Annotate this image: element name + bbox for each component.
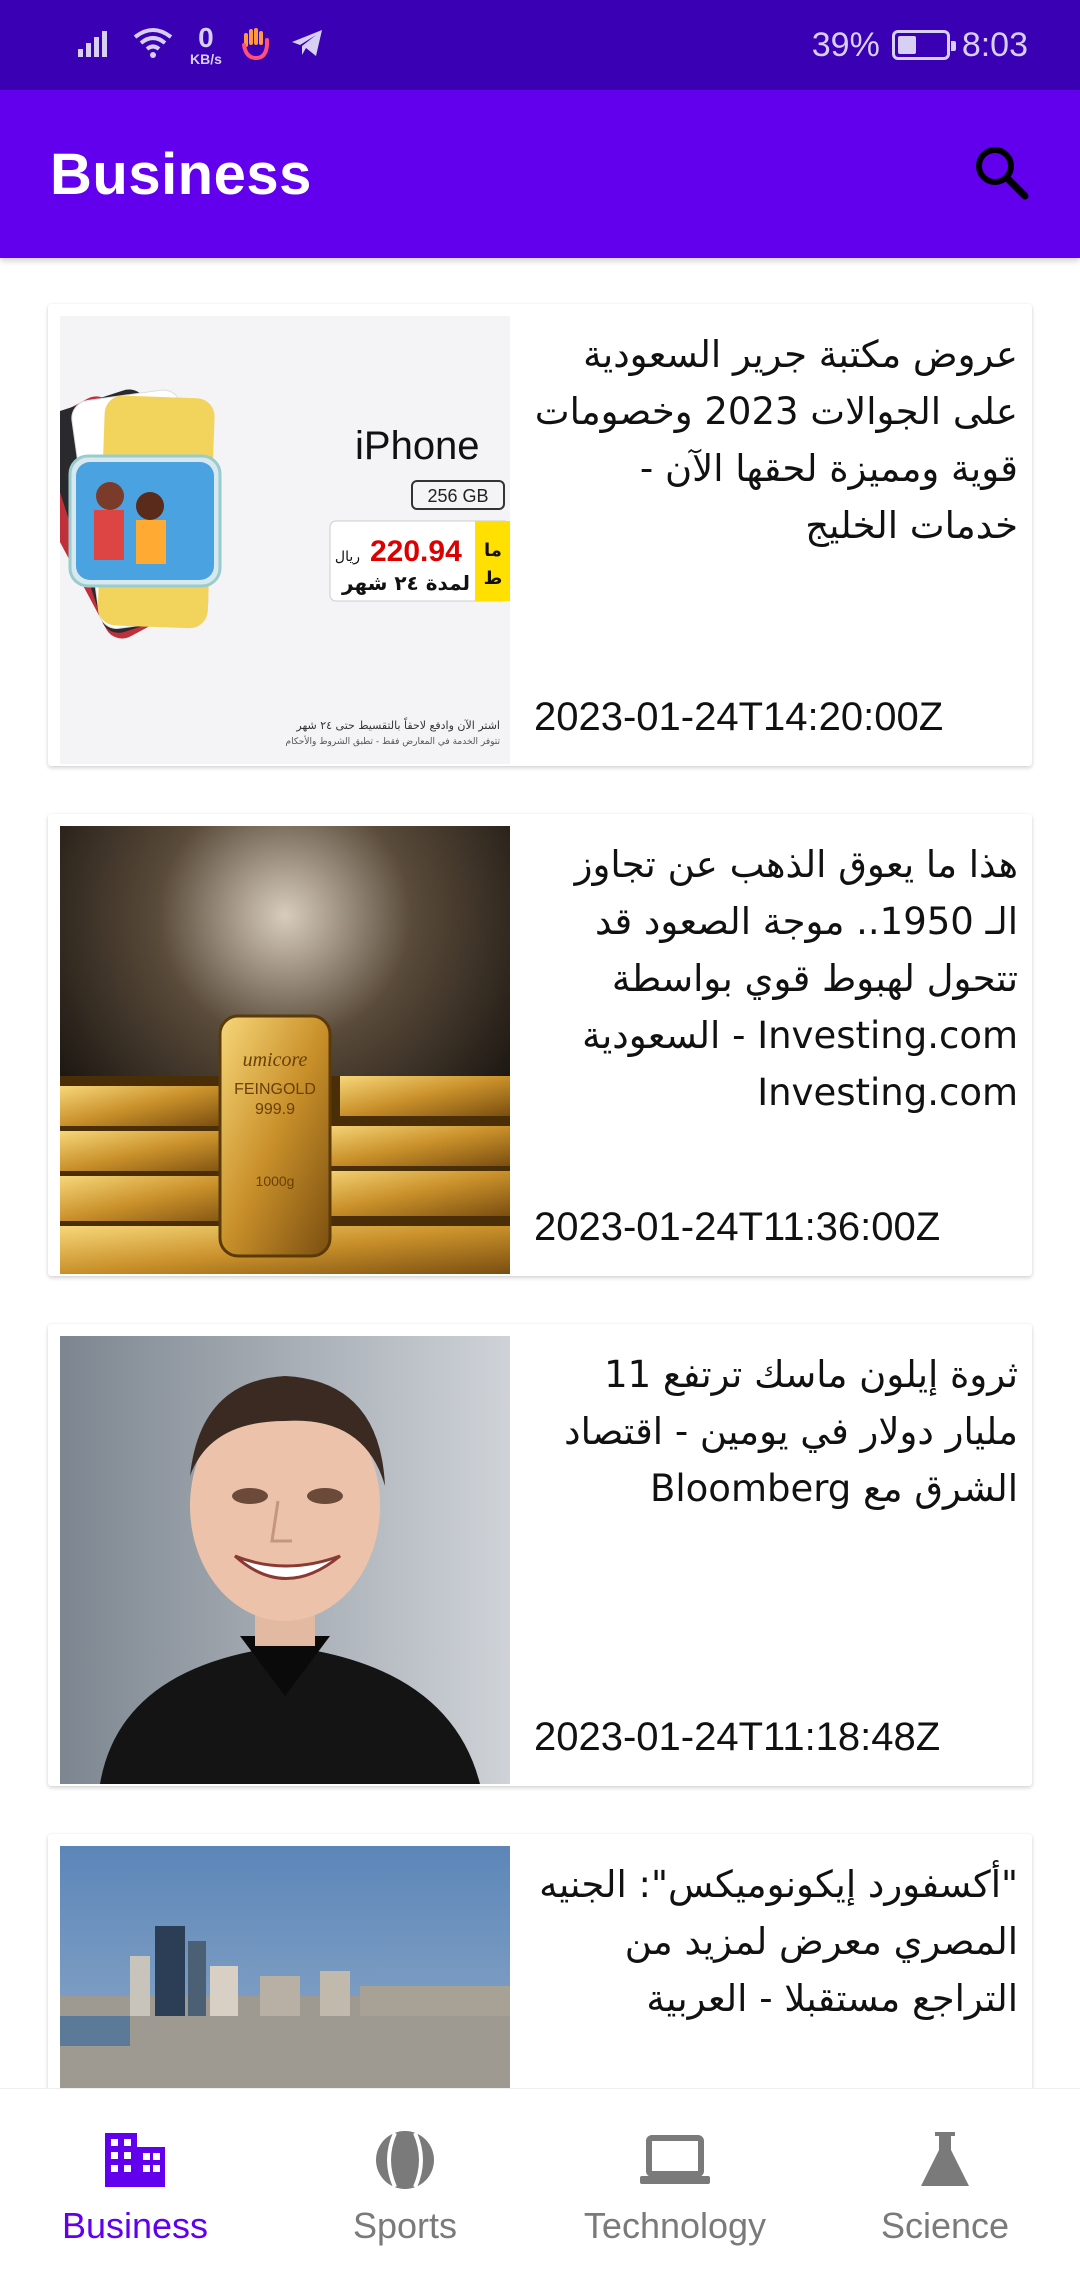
- status-right: 39% 8:03: [812, 26, 1028, 65]
- nav-item-science[interactable]: Science: [820, 2125, 1070, 2247]
- iphone-promo-image: iPhone 256 GB ما ط 220.94 ريال لمدة ٢٤ ش…: [60, 316, 510, 764]
- city-skyline-image: [60, 1846, 510, 2088]
- article-text: "أكسفورد إيكونوميكس": الجنيه المصري معرض…: [534, 1856, 1018, 2088]
- article-date: 2023-01-24T11:36:00Z: [534, 1205, 941, 1249]
- article-title[interactable]: ثروة إيلون ماسك ترتفع 11 مليار دولار في …: [534, 1346, 1018, 1517]
- article-card[interactable]: ثروة إيلون ماسك ترتفع 11 مليار دولار في …: [48, 1324, 1032, 1786]
- promo-currency: ريال: [335, 549, 360, 565]
- network-speed: 0 KB/s: [190, 22, 222, 67]
- network-speed-value: 0: [198, 22, 214, 53]
- nav-item-technology[interactable]: Technology: [550, 2125, 800, 2247]
- promo-brand: iPhone: [355, 424, 480, 468]
- promo-price: 220.94: [370, 535, 462, 568]
- promo-fine-print-2: تتوفر الخدمة في المعارض فقط - تطبق الشرو…: [286, 735, 501, 747]
- app-bar: Business: [0, 90, 1080, 258]
- ball-icon: [370, 2125, 440, 2195]
- article-title[interactable]: هذا ما يعوق الذهب عن تجاوز الـ 1950.. مو…: [534, 836, 1018, 1121]
- nav-label-technology: Technology: [583, 2205, 767, 2246]
- portrait-photo-image: [60, 1336, 510, 1784]
- gold-bars-image: umicore FEINGOLD 999.9 1000g: [60, 826, 510, 1274]
- flask-icon: [910, 2125, 980, 2195]
- signal-icon: [76, 27, 116, 64]
- gold-bar-line3: 1000g: [256, 1173, 295, 1189]
- battery-level: [897, 36, 916, 54]
- battery-icon: [891, 30, 956, 60]
- article-date: 2023-01-24T14:20:00Z: [534, 695, 944, 739]
- article-card[interactable]: umicore FEINGOLD 999.9 1000g هذا ما يعوق…: [48, 814, 1032, 1276]
- promo-storage: 256 GB: [427, 486, 488, 506]
- article-date: 2023-01-24T11:18:48Z: [534, 1715, 941, 1759]
- nav-label-sports: Sports: [352, 2205, 458, 2246]
- gold-bar-line2: 999.9: [255, 1101, 295, 1118]
- search-icon: [972, 143, 1030, 206]
- bottom-navigation: Business Sports Technology Science: [0, 2088, 1080, 2280]
- laptop-icon: [640, 2125, 710, 2195]
- article-card[interactable]: iPhone 256 GB ما ط 220.94 ريال لمدة ٢٤ ش…: [48, 304, 1032, 766]
- promo-fine-print-1: اشتر الآن وادفع لاحقاً بالتقسيط حتى ٢٤ ش…: [295, 717, 500, 732]
- nav-item-business[interactable]: Business: [10, 2125, 260, 2247]
- gold-bar-line1: FEINGOLD: [234, 1081, 316, 1098]
- news-feed[interactable]: iPhone 256 GB ما ط 220.94 ريال لمدة ٢٤ ش…: [0, 258, 1080, 2088]
- promo-tag-top: ما: [484, 540, 502, 561]
- article-text: عروض مكتبة جرير السعودية على الجوالات 20…: [534, 326, 1018, 756]
- nav-item-sports[interactable]: Sports: [280, 2125, 530, 2247]
- search-button[interactable]: [966, 139, 1036, 209]
- page-title: Business: [50, 141, 312, 207]
- hand-app-icon: [238, 25, 274, 66]
- article-text: هذا ما يعوق الذهب عن تجاوز الـ 1950.. مو…: [534, 836, 1018, 1266]
- nav-label-science: Science: [880, 2205, 1010, 2246]
- battery-percent: 39%: [811, 25, 880, 64]
- status-bar: 0 KB/s 39% 8:03: [0, 0, 1080, 90]
- article-text: ثروة إيلون ماسك ترتفع 11 مليار دولار في …: [534, 1346, 1018, 1776]
- building-icon: [100, 2125, 170, 2195]
- promo-tag-bottom: ط: [484, 568, 503, 589]
- promo-installment: لمدة ٢٤ شهر: [341, 571, 470, 595]
- wifi-icon: [132, 27, 174, 64]
- clock: 8:03: [961, 25, 1028, 64]
- network-speed-unit: KB/s: [190, 51, 222, 67]
- gold-bar-brand: umicore: [243, 1049, 308, 1071]
- status-icons: 0 KB/s: [76, 24, 324, 66]
- article-card[interactable]: "أكسفورد إيكونوميكس": الجنيه المصري معرض…: [48, 1834, 1032, 2088]
- nav-label-business: Business: [61, 2205, 209, 2246]
- article-title[interactable]: "أكسفورد إيكونوميكس": الجنيه المصري معرض…: [534, 1856, 1018, 2027]
- article-title[interactable]: عروض مكتبة جرير السعودية على الجوالات 20…: [534, 326, 1018, 554]
- telegram-icon: [290, 27, 324, 64]
